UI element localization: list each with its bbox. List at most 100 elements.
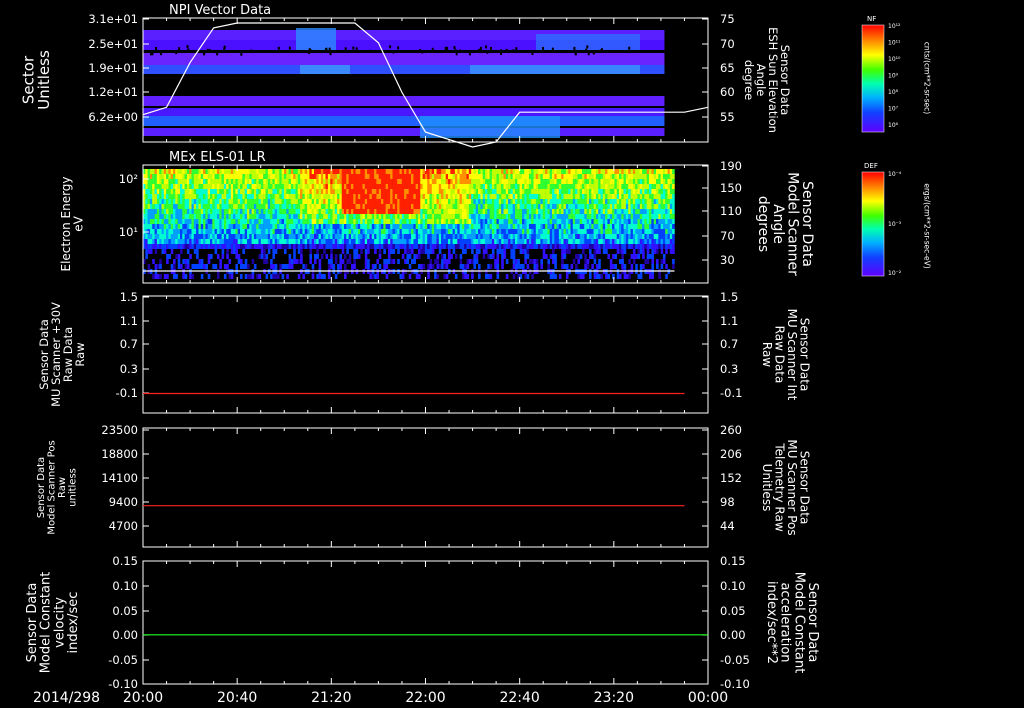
spec-cell — [212, 179, 215, 184]
spec-cell — [186, 184, 190, 189]
spec-cell — [152, 199, 155, 204]
right-axis-label-2-line: Sensor Data — [799, 181, 815, 267]
spec-cell — [482, 229, 486, 234]
spec-cell — [233, 184, 236, 189]
spec-cell — [293, 204, 296, 209]
spec-cell — [390, 179, 393, 184]
spec-cell — [454, 234, 458, 239]
spec-cell — [533, 259, 537, 264]
spec-cell — [635, 189, 638, 194]
spec-cell — [542, 179, 546, 184]
spec-cell — [547, 169, 551, 174]
spec-cell — [334, 174, 338, 179]
spec-cell — [424, 244, 428, 249]
spec-cell — [510, 199, 514, 204]
spec-cell — [538, 224, 541, 229]
spec-cell — [485, 219, 488, 224]
spec-cell — [656, 214, 659, 219]
spec-cell — [658, 219, 661, 224]
spec-cell — [309, 229, 313, 234]
spec-cell — [348, 199, 352, 204]
x-tick-label: 22:40 — [499, 690, 539, 706]
spec-cell — [378, 254, 382, 259]
spec-cell — [189, 174, 192, 179]
spec-cell — [540, 204, 544, 209]
spec-cell — [489, 189, 493, 194]
spec-cell — [461, 244, 465, 249]
spec-cell — [577, 234, 581, 239]
spec-cell — [508, 169, 511, 174]
spec-cell — [418, 234, 421, 239]
spec-cell — [503, 174, 507, 179]
heat-gap — [206, 48, 209, 52]
spec-cell — [662, 244, 666, 249]
spec-cell — [383, 209, 386, 214]
spec-cell — [505, 259, 509, 264]
spec-cell — [159, 184, 162, 189]
spec-cell — [221, 189, 225, 194]
spec-cell — [163, 229, 167, 234]
spec-cell — [656, 174, 659, 179]
spec-cell — [512, 234, 516, 239]
spec-cell — [228, 169, 232, 174]
spec-cell — [635, 209, 638, 214]
spec-cell — [394, 234, 398, 239]
spec-cell — [658, 209, 661, 214]
spec-cell — [491, 209, 495, 214]
spec-cell — [558, 204, 562, 209]
spec-cell — [598, 209, 601, 214]
spec-cell — [667, 199, 671, 204]
spec-cell — [424, 179, 428, 184]
spec-cell — [191, 194, 195, 199]
spec-cell — [605, 194, 608, 199]
spec-cell — [584, 189, 587, 194]
spec-cell — [387, 224, 391, 229]
spec-cell — [436, 254, 440, 259]
spec-cell — [177, 264, 181, 269]
spec-cell — [390, 239, 393, 244]
spec-cell — [577, 244, 581, 249]
spec-cell — [244, 229, 248, 234]
spec-cell — [415, 239, 419, 244]
spec-cell — [658, 224, 661, 229]
spec-cell — [154, 234, 158, 239]
spec-cell — [270, 184, 273, 189]
spec-cell — [420, 249, 423, 254]
spec-cell — [230, 219, 234, 224]
spec-cell — [214, 214, 218, 219]
spec-cell — [249, 214, 252, 219]
spec-cell — [145, 204, 148, 209]
spec-cell — [556, 169, 560, 174]
spec-cell — [517, 209, 520, 214]
spec-cell — [411, 184, 414, 189]
spec-cell — [327, 259, 331, 264]
spec-cell — [431, 179, 435, 184]
spec-cell — [387, 199, 391, 204]
right-axis-label-2-line: Model Scanner — [784, 172, 800, 276]
spec-cell — [441, 214, 444, 219]
spec-cell — [505, 239, 509, 244]
spec-cell — [200, 174, 204, 179]
spec-cell — [443, 254, 447, 259]
spec-cell — [549, 219, 553, 224]
spec-cell — [584, 259, 587, 264]
spec-cell — [429, 219, 433, 224]
colorbar-label: DEF — [864, 162, 878, 170]
spec-cell — [256, 194, 259, 199]
spec-cell — [249, 209, 252, 214]
spec-cell — [284, 189, 287, 194]
spec-cell — [286, 169, 289, 174]
spec-cell — [605, 224, 608, 229]
spec-cell — [381, 184, 384, 189]
spec-cell — [459, 224, 463, 229]
spec-cell — [554, 184, 557, 189]
spec-cell — [184, 214, 188, 219]
spec-cell — [531, 199, 534, 204]
spec-cell — [563, 204, 567, 209]
spec-cell — [510, 229, 514, 234]
spec-cell — [628, 274, 631, 279]
spec-cell — [367, 224, 370, 229]
spec-cell — [591, 264, 594, 269]
spec-cell — [327, 204, 331, 209]
spec-cell — [443, 274, 447, 279]
